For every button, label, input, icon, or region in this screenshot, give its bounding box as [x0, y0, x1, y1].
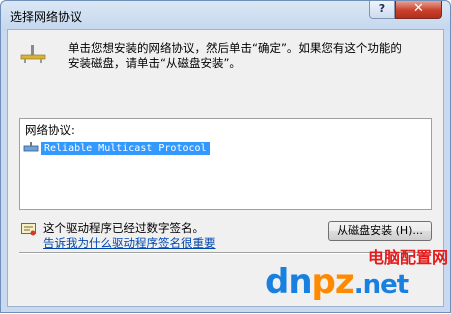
- dialog-title: 选择网络协议: [10, 10, 83, 24]
- watermark-logo-part-2: pz: [311, 262, 355, 302]
- select-network-protocol-dialog: 选择网络协议 ? ✕ 单击您想安装的网络协议，然后单击“确定”。如果您有这个功能…: [0, 0, 451, 313]
- watermark-logo-part-3: .net: [353, 270, 409, 300]
- title-bar[interactable]: 选择网络协议 ? ✕: [1, 1, 450, 31]
- watermark-logo-part-1: dn: [265, 262, 313, 302]
- driver-signed-text: 这个驱动程序已经过数字签名。: [43, 221, 204, 235]
- close-button[interactable]: ✕: [395, 1, 442, 19]
- protocol-list-item[interactable]: Reliable Multicast Protocol: [23, 140, 211, 156]
- have-disk-button[interactable]: 从磁盘安装 (H)...: [328, 221, 432, 241]
- network-connector-icon: [20, 45, 46, 63]
- driver-signing-info-link[interactable]: 告诉我为什么驱动程序签名很重要: [43, 235, 216, 251]
- protocol-item-label: Reliable Multicast Protocol: [40, 140, 211, 156]
- instruction-line-1: 单击您想安装的网络协议，然后单击“确定”。如果您有这个功能的: [68, 41, 402, 55]
- protocol-item-icon: [23, 142, 39, 152]
- instruction-text: 单击您想安装的网络协议，然后单击“确定”。如果您有这个功能的 安装磁盘，请单击“…: [68, 41, 438, 71]
- watermark-logo: 电脑配置网 dnpz.net: [259, 244, 451, 314]
- help-button[interactable]: ?: [369, 1, 395, 19]
- protocol-list-header: 网络协议:: [25, 123, 75, 137]
- protocol-list[interactable]: 网络协议: Reliable Multicast Protocol: [19, 118, 432, 210]
- signed-driver-icon: [21, 223, 36, 236]
- instruction-line-2: 安装磁盘，请单击“从磁盘安装”。: [68, 56, 241, 70]
- watermark-domain: dnpz.net: [265, 262, 409, 302]
